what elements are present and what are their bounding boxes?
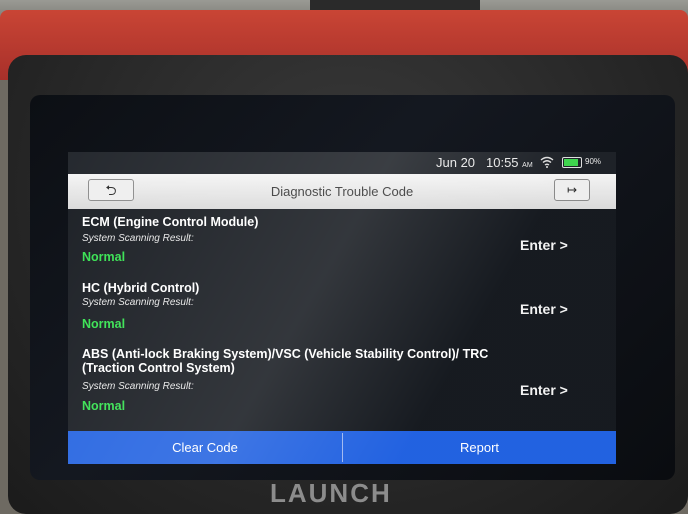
enter-button[interactable]: Enter > — [520, 237, 568, 253]
status-date: Jun 20 — [436, 155, 476, 170]
report-button[interactable]: Report — [343, 431, 616, 464]
result-value: Normal — [82, 250, 126, 264]
system-name: HC (Hybrid Control) — [82, 281, 200, 295]
title-bar: ⮌ Diagnostic Trouble Code ↦ — [68, 174, 616, 210]
enter-button[interactable]: Enter > — [520, 301, 568, 317]
result-label: System Scanning Result: — [82, 297, 194, 308]
bottom-action-bar: Clear Code Report — [68, 431, 616, 464]
list-item-ecm[interactable]: ECM (Engine Control Module) System Scann… — [68, 213, 616, 275]
exit-button[interactable]: ↦ — [554, 179, 590, 201]
page-title: Diagnostic Trouble Code — [270, 184, 414, 199]
result-value: Normal — [82, 399, 126, 413]
status-bar: Jun 20 10:55 AM 90% — [68, 152, 616, 174]
exit-icon: ↦ — [566, 183, 578, 197]
result-label: System Scanning Result: — [82, 233, 194, 244]
system-name: ABS (Anti-lock Braking System)/VSC (Vehi… — [82, 347, 489, 375]
list-item-abs[interactable]: ABS (Anti-lock Braking System)/VSC (Vehi… — [68, 345, 616, 431]
wifi-icon — [540, 156, 554, 171]
battery-icon — [562, 157, 582, 168]
result-value: Normal — [82, 317, 126, 331]
system-list: ECM (Engine Control Module) System Scann… — [68, 209, 616, 431]
result-label: System Scanning Result: — [82, 381, 194, 392]
status-time: 10:55 AM — [486, 155, 533, 170]
screen: Jun 20 10:55 AM 90% ⮌ Diagnostic Trouble… — [68, 152, 616, 464]
enter-button[interactable]: Enter > — [520, 382, 568, 398]
battery-fill — [564, 159, 579, 166]
list-item-hc[interactable]: HC (Hybrid Control) System Scanning Resu… — [68, 279, 616, 341]
clear-code-button[interactable]: Clear Code — [68, 431, 342, 464]
brand-logo: LAUNCH — [270, 478, 392, 508]
battery-percent: 90% — [585, 157, 602, 166]
status-ampm: AM — [522, 162, 533, 169]
system-name: ECM (Engine Control Module) — [82, 215, 259, 229]
